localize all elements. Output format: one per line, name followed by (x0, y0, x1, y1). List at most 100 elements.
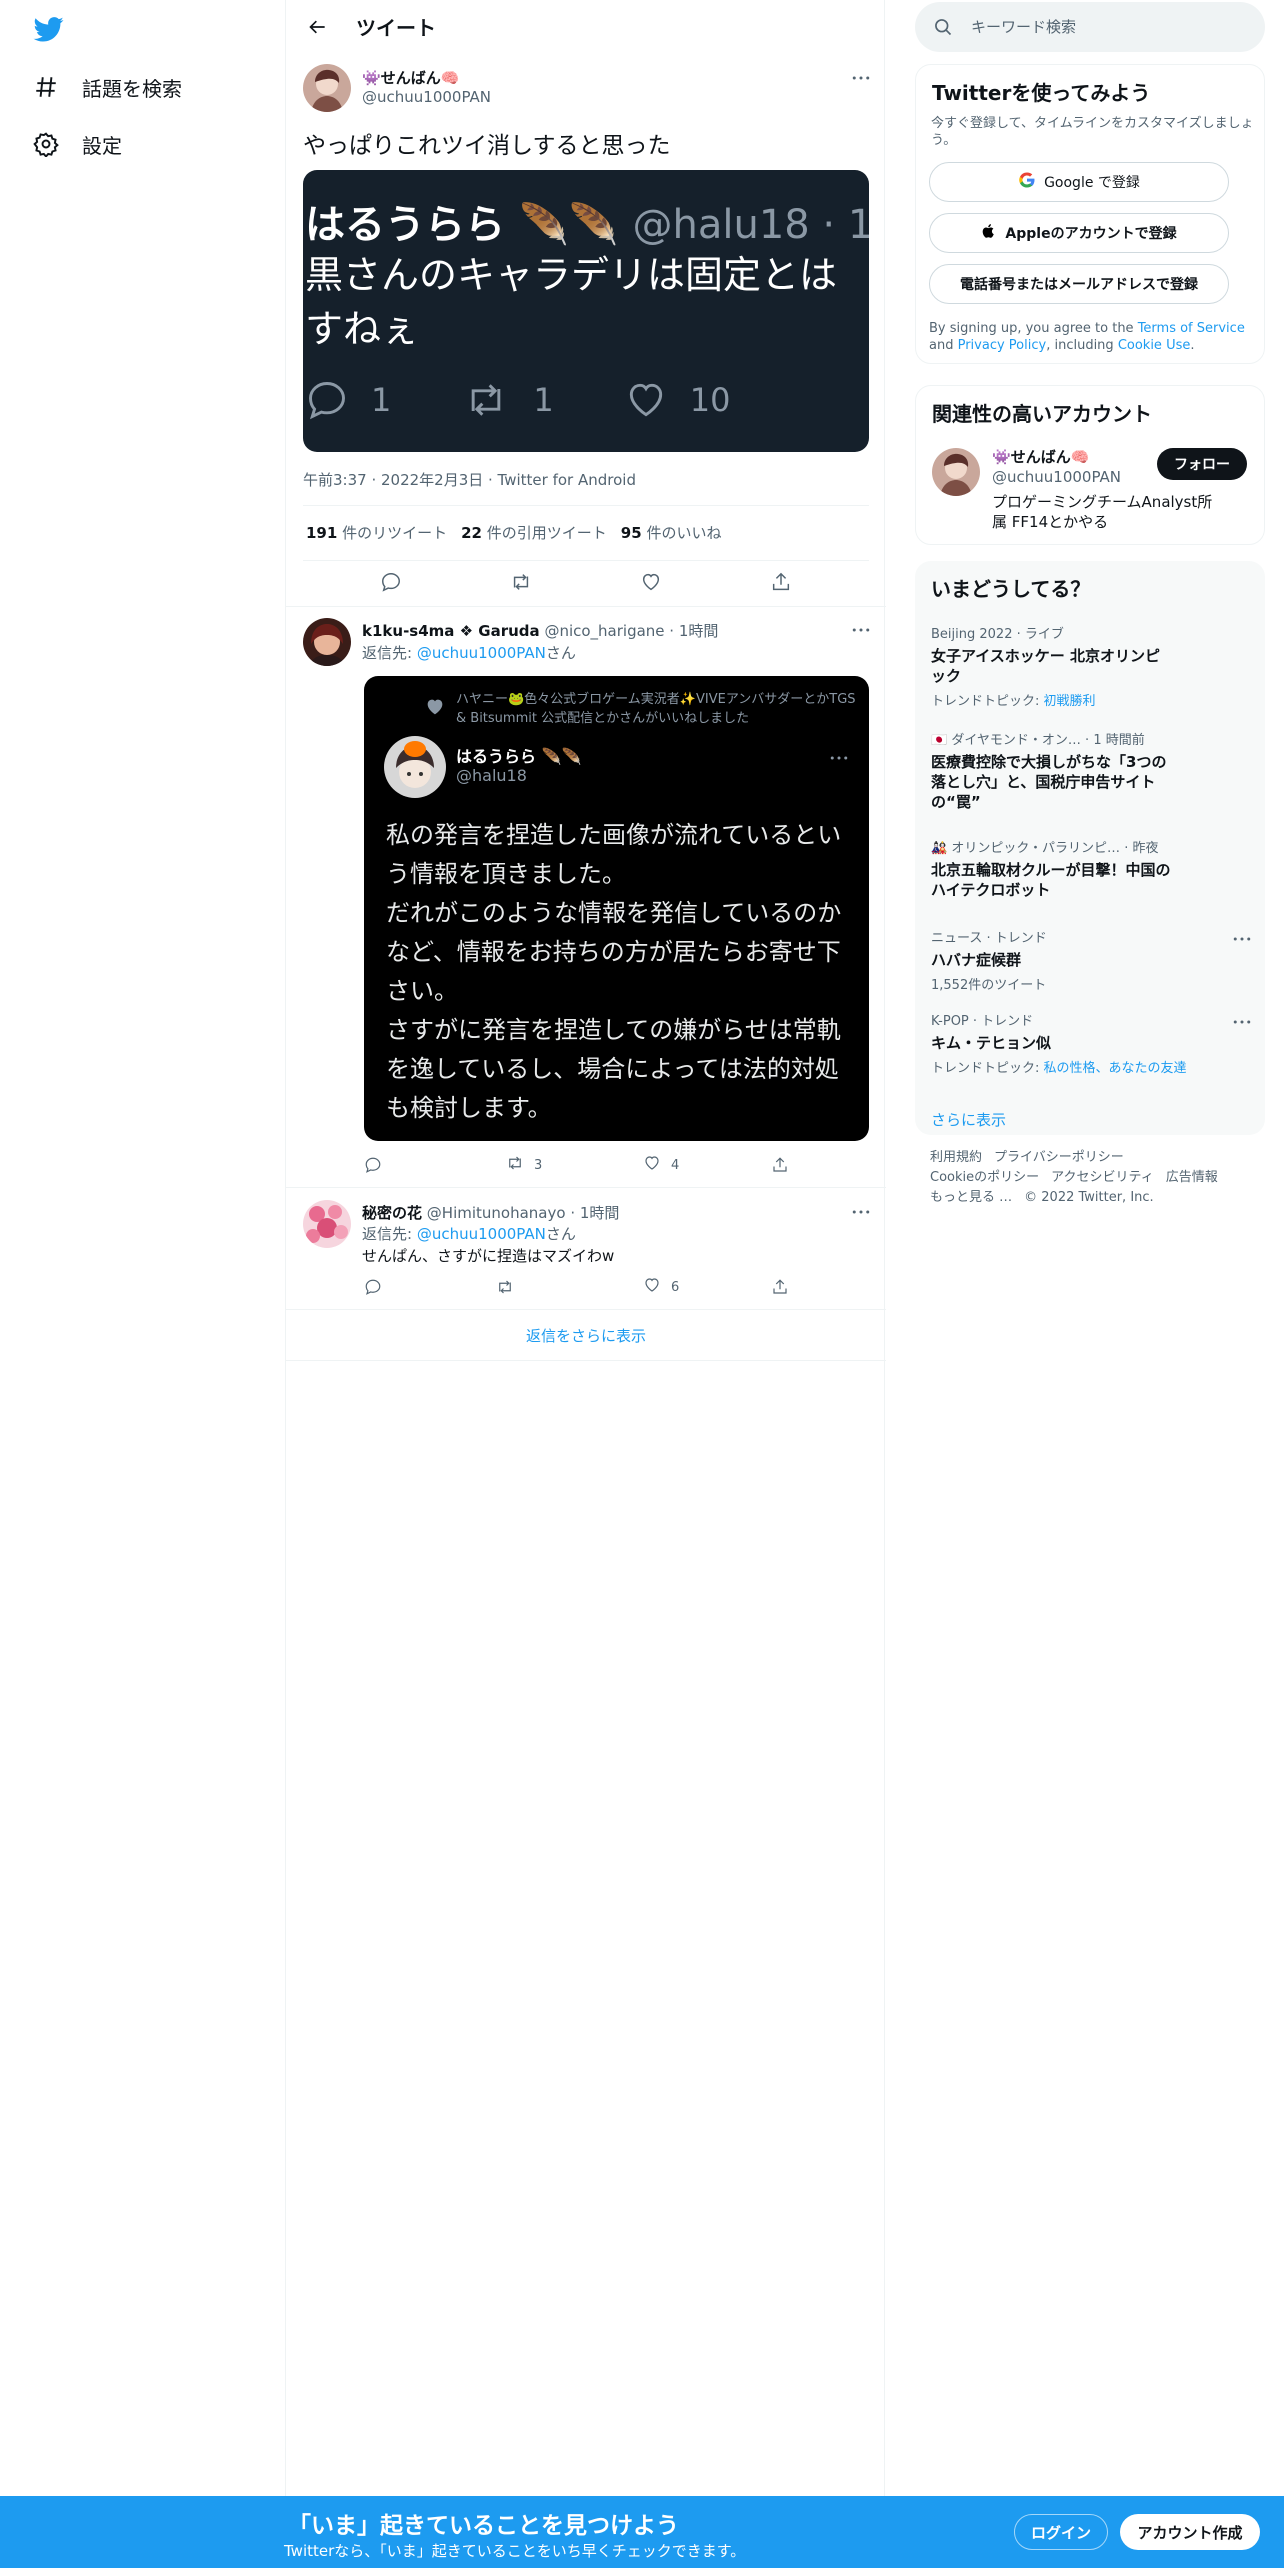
trends-card: いまどうしてる？ Beijing 2022 · ライブ 女子アイスホッケー 北京… (915, 561, 1265, 1135)
author-handle[interactable]: @Himitunohanayo · 1時間 (427, 1204, 620, 1222)
trend-item[interactable]: ニュース · トレンド ハバナ症候群 1,552件のツイート (931, 927, 1251, 993)
footer-link[interactable]: 利用規約 (930, 1150, 982, 1165)
more-options-icon[interactable] (1233, 1010, 1251, 1029)
main-tweet-actions (286, 572, 886, 592)
trend-item[interactable]: 🇯🇵 ダイヤモンド・オン… · 1 時間前 医療費控除で大損しがちな「3つの落と… (931, 729, 1251, 812)
retweet-count[interactable]: 191 件のリツイート (306, 522, 447, 543)
brain-emoji-icon: 🧠 (1070, 448, 1090, 466)
footer-link[interactable]: もっと見る … (930, 1190, 1012, 1205)
page-title: ツイート (356, 16, 436, 40)
retweet-icon[interactable] (496, 1277, 633, 1297)
footer-links: 利用規約 プライバシーポリシー Cookieのポリシー アクセシビリティ 広告情報 も… (930, 1148, 1260, 1208)
alien-emoji-icon: 👾 (992, 448, 1011, 466)
divider (286, 606, 886, 607)
replying-to: 返信先: @uchuu1000PANさん (362, 1225, 576, 1243)
cookie-link[interactable]: Cookie Use (1118, 338, 1191, 353)
trend-topic-link[interactable]: 初戦勝利 (1044, 694, 1096, 709)
alien-emoji-icon: 👾 (362, 69, 381, 87)
like-count[interactable]: 95 件のいいね (621, 522, 722, 543)
trend-topic-link[interactable]: 私の性格、あなたの友達 (1044, 1061, 1187, 1076)
author-name[interactable]: 👾せんばん🧠 (362, 67, 459, 88)
google-icon (1018, 171, 1036, 193)
more-options-icon[interactable] (846, 68, 876, 88)
footer-link[interactable]: Cookieのポリシー (930, 1170, 1039, 1185)
tweet-image[interactable]: はるうらら 🪶🪶 @halu18 · 17分 黒さんのキャラデリは固定とはすねぇ… (303, 170, 869, 452)
nav-settings[interactable]: 設定 (32, 124, 122, 164)
more-options-icon[interactable] (846, 1202, 876, 1222)
mention-link[interactable]: @uchuu1000PAN (417, 1225, 546, 1243)
copyright: © 2022 Twitter, Inc. (1024, 1190, 1154, 1205)
nav-settings-label: 設定 (82, 133, 122, 158)
quote-count[interactable]: 22 件の引用ツイート (461, 522, 607, 543)
brain-emoji-icon: 🧠 (440, 69, 460, 87)
phone-email-signup-button[interactable]: 電話番号またはメールアドレスで登録 (929, 264, 1229, 304)
reply-icon[interactable] (380, 572, 402, 592)
share-icon[interactable] (770, 572, 792, 592)
twitter-logo-icon[interactable] (32, 14, 66, 44)
avatar[interactable] (932, 448, 980, 496)
trend-item[interactable]: Beijing 2022 · ライブ 女子アイスホッケー 北京オリンピック トレ… (931, 623, 1251, 709)
tweet-timestamp[interactable]: 午前3:37 · 2022年2月3日 · Twitter for Android (303, 469, 636, 490)
footer-link[interactable]: アクセシビリティ (1051, 1170, 1154, 1185)
divider (303, 560, 869, 561)
trend-item[interactable]: K-POP · トレンド キム・テヒョン似 トレンドトピック: 私の性格、あなた… (931, 1010, 1251, 1076)
author-handle[interactable]: @nico_harigane · 1時間 (544, 622, 718, 640)
author-name[interactable]: 秘密の花 (362, 1204, 422, 1222)
share-icon[interactable] (771, 1277, 789, 1297)
share-icon[interactable] (771, 1155, 789, 1175)
feather-icon: 🪶🪶 (518, 202, 619, 248)
related-name[interactable]: 👾せんばん🧠 (992, 446, 1089, 467)
follow-button[interactable]: フォロー (1157, 448, 1247, 480)
related-accounts-card: 関連性の高いアカウント 👾せんばん🧠 @uchuu1000PAN プロゲーミング… (915, 385, 1265, 545)
avatar[interactable] (303, 1200, 351, 1248)
bottom-bar-subtitle: Twitterなら、「いま」起きていることをいち早くチェックできます。 (284, 2542, 746, 2560)
trends-show-more-link[interactable]: さらに表示 (931, 1109, 1006, 1130)
page-header: ツイート (286, 0, 886, 53)
author-name[interactable]: k1ku-s4ma ❖ Garuda (362, 622, 540, 640)
reply-actions: 6 (286, 1277, 886, 1297)
retweet-icon[interactable] (510, 572, 532, 592)
related-handle[interactable]: @uchuu1000PAN (992, 468, 1121, 486)
login-button[interactable]: ログイン (1014, 2514, 1108, 2550)
liked-by-text: ハヤニー🐸色々公式ブロゲーム実況者✨VIVEアンバサダーとかTGS & Bits… (456, 692, 856, 726)
reply-icon[interactable] (364, 1155, 496, 1175)
signup-title: Twitterを使ってみよう (932, 81, 1151, 105)
trends-title: いまどうしてる？ (931, 577, 1091, 601)
search-icon (933, 17, 953, 37)
main-column: ツイート 👾せんばん🧠 @uchuu1000PAN やっぱりこれツイ消しすると思… (285, 0, 886, 2496)
more-options-icon (829, 746, 849, 765)
nav-explore-label: 話題を検索 (82, 76, 182, 101)
divider (286, 1360, 886, 1361)
back-arrow-icon[interactable] (298, 7, 338, 47)
bottom-signup-bar: 「いま」起きていることを見つけよう Twitterなら、「いま」起きていることを… (0, 2496, 1284, 2568)
reply-icon[interactable] (364, 1277, 496, 1297)
show-more-replies-link[interactable]: 返信をさらに表示 (286, 1310, 886, 1360)
avatar[interactable] (303, 618, 351, 666)
tweet-image[interactable]: ハヤニー🐸色々公式ブロゲーム実況者✨VIVEアンバサダーとかTGS & Bits… (364, 676, 869, 1141)
left-nav: 話題を検索 設定 (0, 0, 285, 2568)
signup-button[interactable]: アカウント作成 (1120, 2514, 1260, 2550)
like-button[interactable]: 6 (633, 1277, 771, 1297)
author-handle[interactable]: @uchuu1000PAN (362, 88, 491, 106)
search-input[interactable] (971, 18, 1251, 36)
apple-signup-button[interactable]: Appleのアカウントで登録 (929, 213, 1229, 253)
like-icon[interactable] (640, 572, 662, 592)
like-button[interactable]: 4 (633, 1155, 771, 1175)
footer-link[interactable]: プライバシーポリシー (994, 1150, 1124, 1165)
nav-explore[interactable]: 話題を検索 (32, 67, 182, 107)
image-body-text: 黒さんのキャラデリは固定とはすねぇ (305, 253, 838, 351)
avatar[interactable] (303, 64, 351, 112)
like-icon (643, 1154, 661, 1176)
image-author-row: はるうらら 🪶🪶 @halu18 · 17分 (305, 202, 869, 248)
google-signup-button[interactable]: Google で登録 (929, 162, 1229, 202)
terms-link[interactable]: Terms of Service (1138, 321, 1245, 336)
image-like-stat: 10 (624, 378, 730, 422)
more-options-icon[interactable] (1233, 927, 1251, 946)
footer-link[interactable]: 広告情報 (1166, 1170, 1218, 1185)
mention-link[interactable]: @uchuu1000PAN (417, 644, 546, 662)
privacy-link[interactable]: Privacy Policy (958, 338, 1047, 353)
retweet-button[interactable]: 3 (496, 1155, 633, 1175)
more-options-icon[interactable] (846, 620, 876, 640)
search-bar[interactable] (915, 2, 1265, 52)
trend-item[interactable]: 🎎 オリンピック・パラリンピ… · 昨夜 北京五輪取材クルーが目撃！中国のハイテ… (931, 837, 1251, 900)
